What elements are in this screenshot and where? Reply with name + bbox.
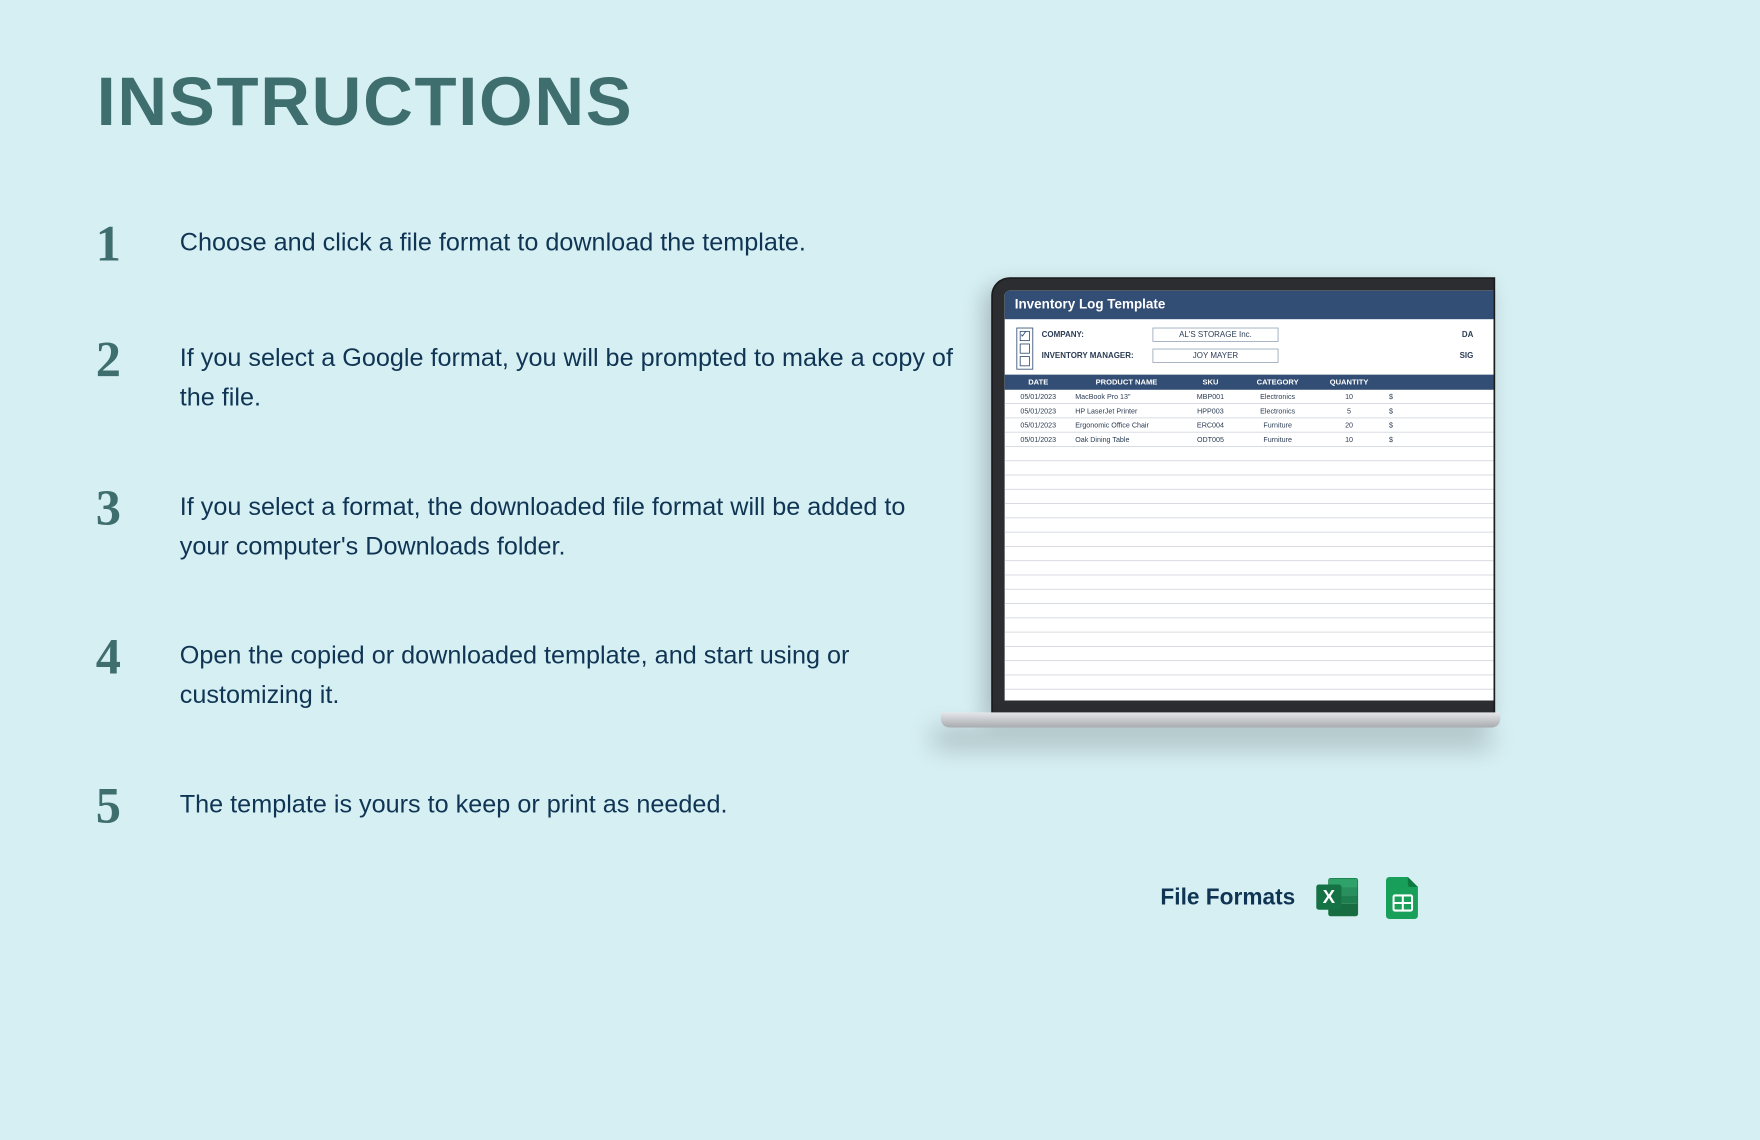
empty-row — [1005, 633, 1494, 647]
step-text: If you select a Google format, you will … — [180, 334, 961, 417]
table-row: 05/01/2023 Oak Dining Table ODT005 Furni… — [1005, 433, 1494, 447]
cell-date: 05/01/2023 — [1005, 390, 1072, 403]
step-number: 3 — [96, 483, 135, 533]
empty-row — [1005, 461, 1494, 475]
cell-tail: $ — [1383, 390, 1400, 403]
cell-sku: ODT005 — [1181, 433, 1240, 446]
manager-value: JOY MAYER — [1152, 349, 1278, 363]
step-item: 1 Choose and click a file format to down… — [96, 218, 961, 268]
empty-row — [1005, 518, 1494, 532]
step-item: 4 Open the copied or downloaded template… — [96, 632, 961, 715]
excel-icon[interactable]: X — [1314, 874, 1361, 921]
step-number: 4 — [96, 632, 135, 682]
empty-row — [1005, 604, 1494, 618]
step-text: Open the copied or downloaded template, … — [180, 632, 961, 715]
cell-product: HP LaserJet Printer — [1072, 404, 1181, 417]
empty-row — [1005, 533, 1494, 547]
manager-label: INVENTORY MANAGER: — [1042, 351, 1143, 360]
step-number: 2 — [96, 334, 135, 384]
table-row: 05/01/2023 HP LaserJet Printer HPP003 El… — [1005, 404, 1494, 418]
step-number: 1 — [96, 218, 135, 268]
google-sheets-icon[interactable] — [1379, 874, 1426, 921]
cell-product: Ergonomic Office Chair — [1072, 418, 1181, 431]
empty-row — [1005, 675, 1494, 689]
cell-date: 05/01/2023 — [1005, 433, 1072, 446]
step-text: If you select a format, the downloaded f… — [180, 483, 961, 566]
laptop-screen: Inventory Log Template COMPANY: AL'S STO… — [1005, 291, 1494, 701]
instruction-list: 1 Choose and click a file format to down… — [96, 218, 961, 896]
empty-row — [1005, 661, 1494, 675]
checklist-icon — [1016, 328, 1033, 370]
cell-qty: 20 — [1315, 418, 1382, 431]
empty-row — [1005, 475, 1494, 489]
empty-row — [1005, 504, 1494, 518]
empty-row — [1005, 690, 1494, 701]
cell-product: MacBook Pro 13" — [1072, 390, 1181, 403]
step-item: 3 If you select a format, the downloaded… — [96, 483, 961, 566]
col-product: PRODUCT NAME — [1072, 375, 1181, 390]
cell-sku: ERC004 — [1181, 418, 1240, 431]
empty-row — [1005, 561, 1494, 575]
col-tail — [1383, 375, 1400, 390]
cell-tail: $ — [1383, 418, 1400, 431]
cell-qty: 10 — [1315, 390, 1382, 403]
cell-date: 05/01/2023 — [1005, 404, 1072, 417]
company-value: AL'S STORAGE Inc. — [1152, 328, 1278, 342]
cell-sku: MBP001 — [1181, 390, 1240, 403]
preview-meta: COMPANY: AL'S STORAGE Inc. DA INVENTORY … — [1005, 319, 1494, 374]
laptop-bezel: Inventory Log Template COMPANY: AL'S STO… — [991, 277, 1495, 714]
step-text: Choose and click a file format to downlo… — [180, 218, 806, 262]
file-formats: File Formats X — [1160, 874, 1426, 921]
page-title: INSTRUCTIONS — [97, 63, 634, 142]
cell-tail: $ — [1383, 404, 1400, 417]
empty-row — [1005, 647, 1494, 661]
step-item: 5 The template is yours to keep or print… — [96, 780, 961, 830]
table-row: 05/01/2023 MacBook Pro 13" MBP001 Electr… — [1005, 390, 1494, 404]
empty-row — [1005, 618, 1494, 632]
laptop-preview: Inventory Log Template COMPANY: AL'S STO… — [941, 277, 1495, 781]
empty-row — [1005, 447, 1494, 461]
cell-tail: $ — [1383, 433, 1400, 446]
empty-row — [1005, 590, 1494, 604]
step-text: The template is yours to keep or print a… — [180, 780, 728, 824]
step-item: 2 If you select a Google format, you wil… — [96, 334, 961, 417]
col-quantity: QUANTITY — [1315, 375, 1382, 390]
cell-qty: 5 — [1315, 404, 1382, 417]
col-sku: SKU — [1181, 375, 1240, 390]
col-category: CATEGORY — [1240, 375, 1316, 390]
empty-row — [1005, 547, 1494, 561]
company-label: COMPANY: — [1042, 330, 1143, 339]
preview-title: Inventory Log Template — [1005, 291, 1494, 320]
cell-category: Electronics — [1240, 390, 1316, 403]
step-number: 5 — [96, 780, 135, 830]
laptop-base — [941, 712, 1500, 727]
empty-row — [1005, 575, 1494, 589]
cell-product: Oak Dining Table — [1072, 433, 1181, 446]
col-date: DATE — [1005, 375, 1072, 390]
signature-label: SIG — [1460, 351, 1482, 360]
table-header: DATE PRODUCT NAME SKU CATEGORY QUANTITY — [1005, 375, 1494, 390]
cell-sku: HPP003 — [1181, 404, 1240, 417]
cell-category: Furniture — [1240, 418, 1316, 431]
cell-category: Furniture — [1240, 433, 1316, 446]
cell-date: 05/01/2023 — [1005, 418, 1072, 431]
table-row: 05/01/2023 Ergonomic Office Chair ERC004… — [1005, 418, 1494, 432]
cell-category: Electronics — [1240, 404, 1316, 417]
cell-qty: 10 — [1315, 433, 1382, 446]
empty-row — [1005, 490, 1494, 504]
date-label: DA — [1462, 330, 1482, 339]
file-formats-label: File Formats — [1160, 884, 1295, 910]
svg-text:X: X — [1323, 886, 1336, 907]
